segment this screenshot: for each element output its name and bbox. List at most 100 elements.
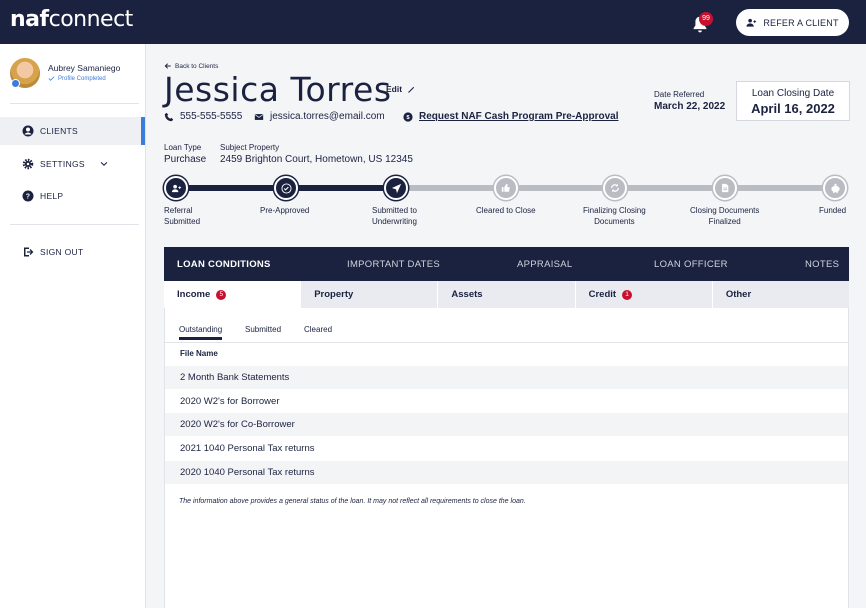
count-badge: 5	[216, 289, 227, 300]
check-icon	[48, 76, 55, 81]
back-label: Back to Clients	[175, 62, 219, 70]
refresh-icon	[611, 183, 619, 193]
tab-loan-conditions[interactable]: LOAN CONDITIONS	[177, 259, 271, 270]
edit-button[interactable]: Edit	[386, 84, 416, 94]
step-label: Pre-Approved	[260, 206, 310, 215]
profile-status-label: Profile Completed	[58, 75, 106, 82]
tab-appraisal[interactable]: APPRAISAL	[517, 259, 573, 270]
user-circle-icon	[22, 125, 34, 137]
filter-cleared[interactable]: Cleared	[304, 325, 332, 334]
step-label: Funded	[819, 206, 847, 215]
subtab-label: Property	[314, 289, 354, 300]
step-funded	[823, 176, 847, 200]
sign-out-label: SIGN OUT	[40, 247, 84, 257]
sidebar-item-clients[interactable]: CLIENTS	[0, 117, 145, 145]
request-link-label: Request NAF Cash Program Pre-Approval	[419, 111, 619, 122]
condition-category-tabs: Income 5 Property Assets Credit 1 Other	[164, 281, 850, 308]
svg-text:?: ?	[26, 194, 30, 201]
client-name: Jessica Torres	[164, 70, 392, 109]
document-icon	[722, 183, 729, 193]
user-name: Aubrey Samaniego	[48, 63, 121, 73]
sign-out-icon	[22, 246, 34, 258]
notification-badge: 99	[699, 12, 713, 26]
step-label: Submitted to Underwriting	[372, 206, 417, 226]
table-row[interactable]: 2 Month Bank Statements	[165, 366, 848, 389]
send-icon	[391, 183, 401, 193]
dollar-circle-icon: $	[403, 111, 413, 122]
step-submitted-to-underwriting	[384, 176, 408, 200]
subtab-label: Credit	[588, 289, 617, 300]
edit-label: Edit	[386, 84, 403, 94]
user-icon	[171, 184, 181, 192]
top-bar: nafconnect 99 REFER A CLIENT	[0, 0, 866, 44]
table-row[interactable]: 2020 1040 Personal Tax returns	[165, 461, 848, 484]
table-row[interactable]: 2020 W2's for Borrower	[165, 390, 848, 413]
help-circle-icon: ?	[22, 190, 34, 202]
sidebar-divider	[10, 224, 139, 225]
column-header-file-name: File Name	[180, 349, 218, 358]
sidebar-item-settings[interactable]: SETTINGS	[0, 150, 146, 178]
subtab-other[interactable]: Other	[712, 281, 850, 308]
subtab-income[interactable]: Income 5	[164, 281, 302, 308]
step-closing-documents-finalized	[713, 176, 737, 200]
sidebar-item-help[interactable]: ? HELP	[0, 182, 146, 210]
add-user-icon	[746, 18, 757, 27]
email[interactable]: jessica.torres@email.com	[254, 111, 385, 122]
subtab-credit[interactable]: Credit 1	[575, 281, 713, 308]
pencil-icon	[408, 86, 415, 93]
nafconnect-logo[interactable]: nafconnect	[10, 7, 133, 33]
loan-type: Loan Type Purchase	[164, 143, 206, 165]
subject-property-value: 2459 Brighton Court, Hometown, US 12345	[220, 154, 413, 165]
step-finalizing-closing-documents	[603, 176, 627, 200]
refer-a-client-button[interactable]: REFER A CLIENT	[736, 9, 849, 36]
back-to-clients-link[interactable]: Back to Clients	[164, 62, 218, 70]
gear-icon	[22, 158, 34, 170]
step-label: Referral Submitted	[164, 206, 201, 226]
sidebar-divider	[10, 103, 139, 104]
sidebar-item-label: HELP	[40, 191, 64, 201]
filter-outstanding[interactable]: Outstanding	[179, 325, 223, 340]
loan-tabs: LOAN CONDITIONS IMPORTANT DATES APPRAISA…	[164, 247, 849, 281]
date-referred-label: Date Referred	[654, 90, 705, 99]
loan-type-label: Loan Type	[164, 143, 202, 152]
subject-property-label: Subject Property	[220, 143, 280, 152]
step-label: Cleared to Close	[476, 206, 536, 215]
date-referred-value: March 22, 2022	[654, 101, 726, 112]
step-label: Finalizing Closing Documents	[583, 206, 646, 226]
subtab-assets[interactable]: Assets	[438, 281, 576, 308]
tab-loan-officer[interactable]: LOAN OFFICER	[654, 259, 728, 270]
count-badge: 1	[622, 289, 633, 300]
subtab-label: Assets	[451, 289, 483, 300]
phone[interactable]: 555-555-5555	[164, 111, 242, 122]
conditions-panel: Outstanding Submitted Cleared File Name …	[164, 308, 849, 608]
tab-notes[interactable]: NOTES	[805, 259, 839, 270]
piggy-bank-icon	[830, 183, 840, 193]
chevron-down-icon[interactable]	[99, 159, 109, 169]
refer-button-label: REFER A CLIENT	[763, 17, 839, 28]
request-pre-approval-link[interactable]: $ Request NAF Cash Program Pre-Approval	[403, 111, 619, 122]
sidebar-item-label: CLIENTS	[40, 126, 78, 136]
check-icon	[280, 182, 292, 194]
step-pre-approved	[274, 176, 298, 200]
loan-progress-tracker: Referral Submitted Pre-Approved Submitted…	[164, 176, 850, 236]
panel-divider	[165, 342, 848, 343]
sign-out-button[interactable]: SIGN OUT	[0, 238, 146, 266]
sidebar-item-label: SETTINGS	[40, 159, 85, 169]
closing-date-value: April 16, 2022	[751, 101, 835, 116]
loan-type-value: Purchase	[164, 154, 207, 165]
profile-status: Profile Completed	[48, 75, 106, 82]
step-referral-submitted	[164, 176, 188, 200]
phone-icon	[164, 112, 174, 121]
table-row[interactable]: 2020 W2's for Co-Borrower	[165, 413, 848, 436]
tab-important-dates[interactable]: IMPORTANT DATES	[347, 259, 440, 270]
arrow-left-icon	[164, 63, 171, 69]
step-cleared-to-close	[494, 176, 518, 200]
thumbs-up-icon	[501, 183, 510, 192]
subtab-label: Income	[177, 289, 211, 300]
table-row[interactable]: 2021 1040 Personal Tax returns	[165, 437, 848, 460]
filter-submitted[interactable]: Submitted	[245, 325, 281, 334]
email-address: jessica.torres@email.com	[270, 111, 385, 122]
subtab-property[interactable]: Property	[301, 281, 439, 308]
mail-icon	[254, 113, 264, 120]
verified-icon	[11, 79, 20, 88]
